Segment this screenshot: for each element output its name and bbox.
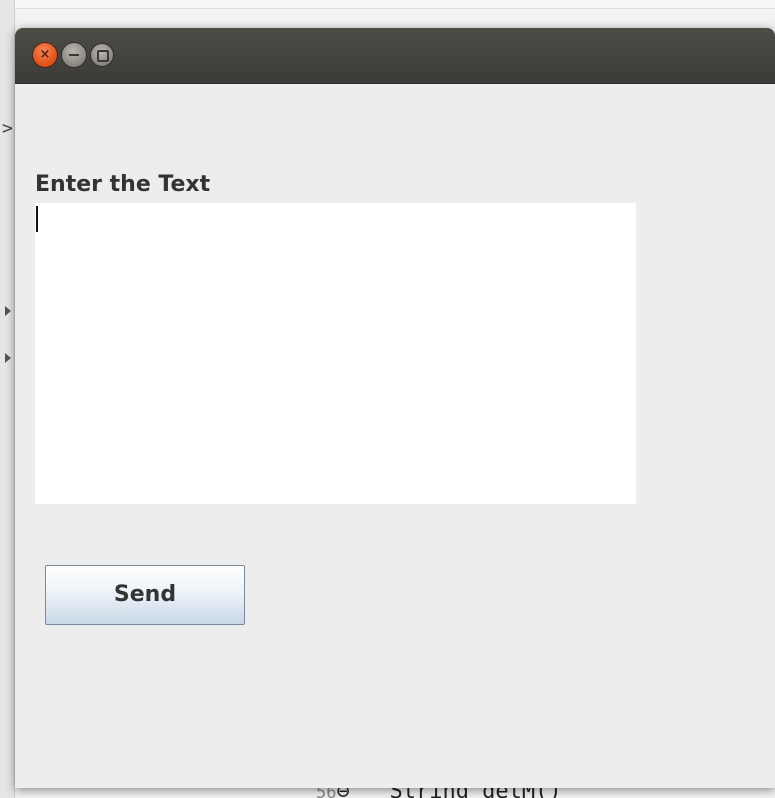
app-window: × Enter the Text Send — [15, 28, 775, 788]
desktop: > 56⊖ String getM() × Enter the Text Sen… — [0, 0, 775, 798]
maximize-button[interactable] — [90, 43, 114, 67]
send-button[interactable]: Send — [45, 565, 245, 625]
minimize-icon — [69, 54, 79, 56]
window-content: Enter the Text Send — [15, 84, 775, 788]
text-label: Enter the Text — [35, 172, 211, 197]
minimize-button[interactable] — [61, 42, 87, 68]
close-icon: × — [39, 47, 51, 62]
background-marker-icon — [5, 353, 11, 363]
text-input-area[interactable] — [35, 203, 636, 504]
background-fold-icon: > — [2, 118, 13, 139]
text-caret — [36, 206, 38, 232]
background-marker-icon — [5, 306, 11, 316]
background-editor-top — [0, 0, 775, 9]
close-button[interactable]: × — [32, 42, 58, 68]
window-titlebar[interactable]: × — [15, 28, 775, 84]
maximize-icon — [97, 50, 109, 62]
